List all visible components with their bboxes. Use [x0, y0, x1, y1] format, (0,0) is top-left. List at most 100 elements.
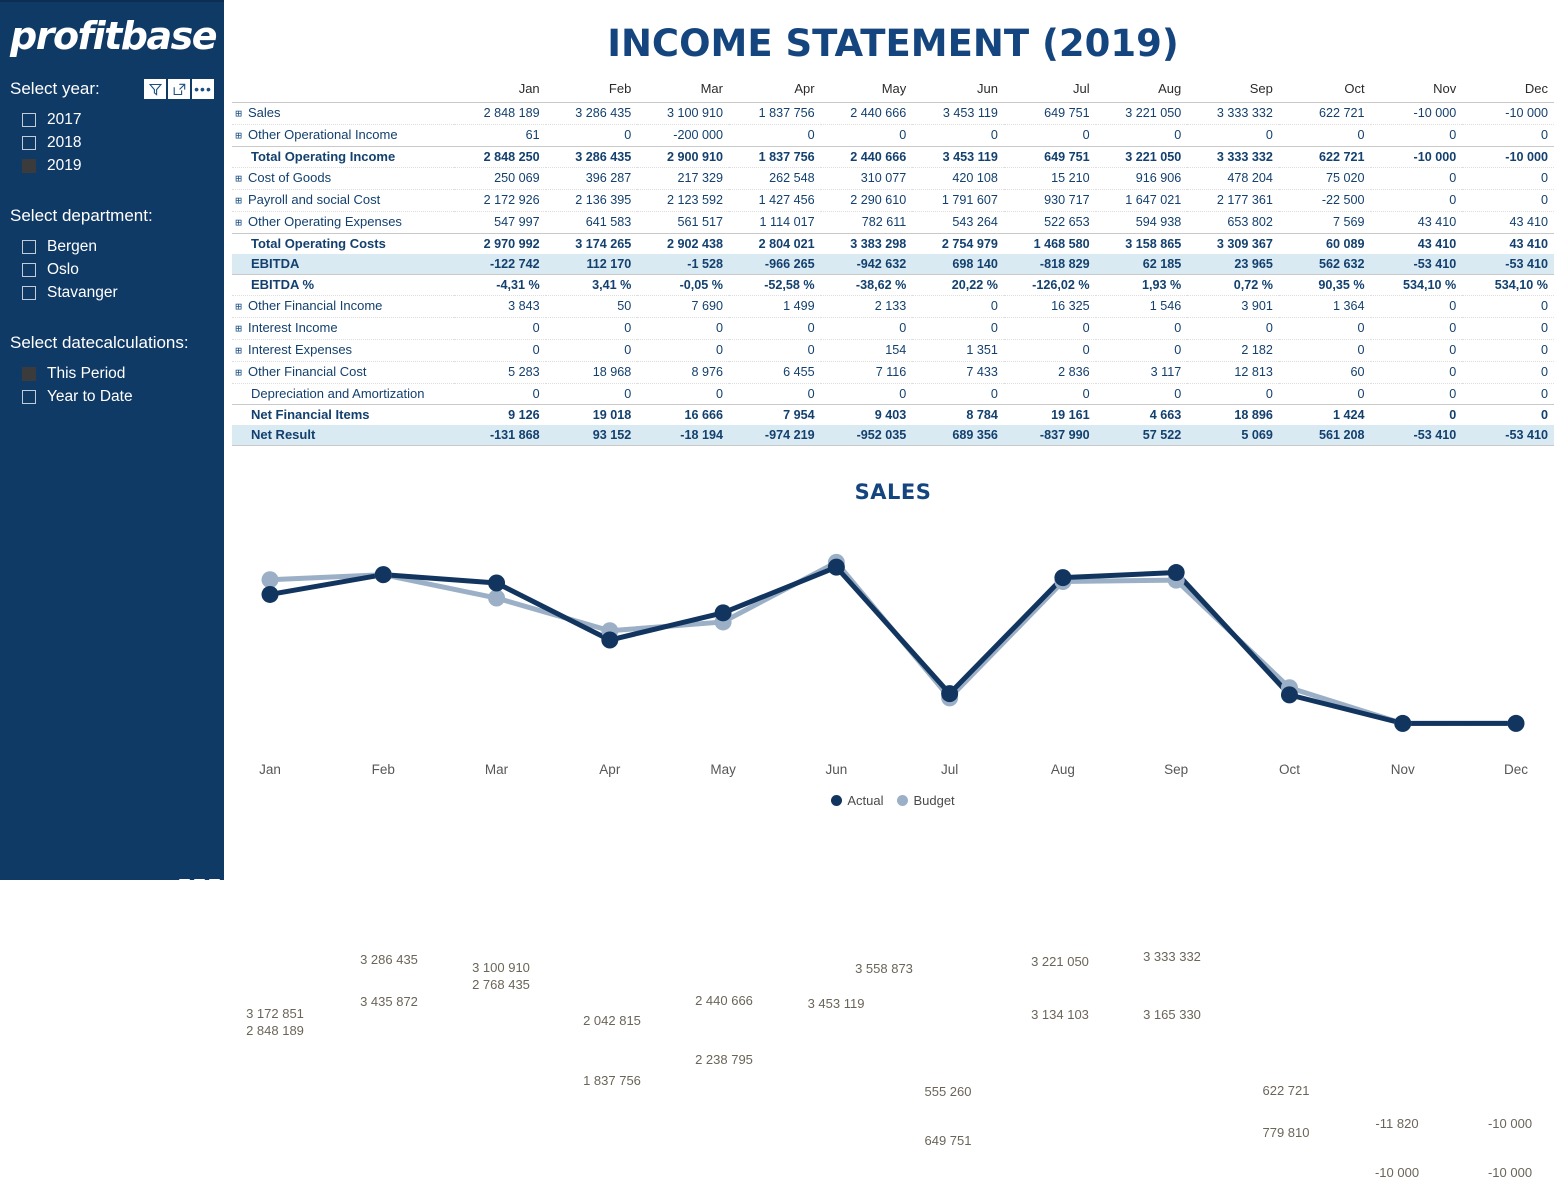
x-axis-tick-label: Aug [1050, 761, 1075, 777]
chart-data-point[interactable] [488, 589, 506, 607]
expand-icon[interactable]: ⊞ [232, 104, 245, 124]
chart-data-point[interactable] [601, 631, 619, 649]
matrix-row-label: Payroll and social Cost [248, 191, 381, 207]
expand-icon[interactable]: ⊞ [232, 169, 245, 189]
matrix-column-header[interactable]: Aug [1095, 76, 1188, 103]
checkbox-checked[interactable] [22, 158, 36, 173]
matrix-cell: 0 [637, 316, 729, 339]
matrix-row-header[interactable]: Net Financial Items [232, 403, 454, 425]
slicer-option-label: Stavanger [47, 283, 118, 301]
slicer-option-oslo[interactable]: Oslo [22, 258, 224, 281]
chart-data-label: 3 134 103 [1031, 1006, 1089, 1022]
matrix-row-header[interactable]: ⊞ Other Operating Expenses [232, 210, 454, 233]
matrix-column-header[interactable]: Oct [1278, 76, 1371, 103]
matrix-row-header[interactable]: ⊞ Other Financial Income [232, 294, 454, 317]
matrix-row-header[interactable]: ⊞ Cost of Goods [232, 166, 454, 189]
matrix-column-header[interactable]: Nov [1370, 76, 1463, 103]
chart-data-point[interactable] [261, 585, 279, 603]
matrix-cell: 93 152 [545, 424, 638, 446]
matrix-cell: 7 116 [820, 360, 913, 383]
matrix-cell: 6 455 [728, 360, 821, 383]
expand-icon[interactable]: ⊞ [232, 297, 245, 317]
checkbox[interactable] [22, 135, 36, 150]
chart-data-point[interactable] [1507, 714, 1525, 732]
slicer-option-this-period[interactable]: This Period [22, 362, 224, 385]
matrix-cell: -974 219 [728, 424, 821, 446]
matrix-cell: 0 [1187, 382, 1279, 404]
legend-item-budget[interactable]: Budget [897, 793, 955, 808]
matrix-column-header[interactable]: Jun [912, 76, 1004, 103]
focus-mode-icon[interactable] [168, 79, 190, 99]
matrix-row-header[interactable]: Depreciation and Amortization [232, 382, 454, 404]
expand-icon[interactable]: ⊞ [232, 341, 245, 361]
matrix-row-header[interactable]: Net Result [232, 424, 454, 446]
slicer-option-2017[interactable]: 2017 [22, 108, 224, 131]
expand-icon[interactable]: ⊞ [232, 213, 245, 233]
matrix-cell: -966 265 [728, 253, 821, 274]
matrix-column-header[interactable]: Dec [1462, 76, 1554, 103]
chart-data-label: 2 238 795 [695, 1051, 753, 1067]
matrix-row-header[interactable]: ⊞ Interest Expenses [232, 338, 454, 361]
slicer-option-year-to-date[interactable]: Year to Date [22, 385, 224, 408]
legend-item-actual[interactable]: Actual [831, 793, 883, 808]
matrix-cell: 3 843 [454, 294, 546, 317]
matrix-row-header[interactable]: ⊞ Sales [232, 101, 454, 124]
matrix-column-header[interactable]: Feb [545, 76, 638, 103]
matrix-row: ⊞ Sales 2 848 189 3 286 435 3 100 910 1 837 7… [232, 101, 1554, 124]
expand-icon[interactable]: ⊞ [232, 191, 245, 211]
slicer-option-bergen[interactable]: Bergen [22, 235, 224, 258]
matrix-row-header[interactable]: ⊞ Other Operational Income [232, 123, 454, 146]
chart-data-label: 2 768 435 [472, 976, 530, 992]
matrix-column-header[interactable]: Sep [1187, 76, 1279, 103]
matrix-cell: 0 [1370, 188, 1463, 211]
slicer-option-stavanger[interactable]: Stavanger [22, 281, 224, 304]
matrix-cell: 75 020 [1278, 166, 1371, 189]
chart-data-point[interactable] [261, 570, 279, 588]
chart-data-point[interactable] [714, 603, 732, 621]
matrix-column-header[interactable]: May [820, 76, 913, 103]
checkbox[interactable] [22, 262, 36, 277]
matrix-cell: 0 [1370, 403, 1463, 425]
matrix-row-header[interactable]: ⊞ Other Financial Cost [232, 360, 454, 383]
expand-icon[interactable]: ⊞ [232, 363, 245, 383]
matrix-cell: 622 721 [1278, 145, 1371, 167]
matrix-column-header[interactable]: Jan [454, 76, 546, 103]
matrix-cell: 1 791 607 [912, 188, 1004, 211]
matrix-cell: 0 [1370, 123, 1463, 146]
checkbox[interactable] [22, 389, 36, 404]
matrix-cell: -53 410 [1462, 424, 1554, 446]
checkbox[interactable] [22, 112, 36, 127]
matrix-row-header[interactable]: ⊞ Payroll and social Cost [232, 188, 454, 211]
matrix-cell: 0 [545, 382, 638, 404]
matrix-cell: 916 906 [1095, 166, 1188, 189]
chart-data-point[interactable] [1280, 685, 1298, 703]
chart-data-point[interactable] [941, 684, 959, 702]
matrix-row-header[interactable]: ⊞ Interest Income [232, 316, 454, 339]
more-options-icon[interactable]: ••• [192, 79, 214, 99]
matrix-column-header[interactable]: Jul [1003, 76, 1096, 103]
matrix-row-header[interactable]: Total Operating Income [232, 145, 454, 167]
chart-data-point[interactable] [1394, 714, 1412, 732]
matrix-row-header[interactable]: Total Operating Costs [232, 232, 454, 254]
expand-icon[interactable]: ⊞ [232, 126, 245, 146]
expand-icon[interactable]: ⊞ [232, 319, 245, 339]
matrix-row-header[interactable]: EBITDA [232, 253, 454, 274]
matrix-column-header[interactable]: Apr [728, 76, 821, 103]
year-slicer-options: 2017 2018 2019 [0, 102, 224, 177]
checkbox-checked[interactable] [22, 366, 36, 381]
slicer-option-2019[interactable]: 2019 [22, 154, 224, 177]
chart-data-point[interactable] [374, 565, 392, 583]
checkbox[interactable] [22, 285, 36, 300]
checkbox[interactable] [22, 239, 36, 254]
filter-icon[interactable] [144, 79, 166, 99]
chart-data-point[interactable] [827, 558, 845, 576]
matrix-row-header[interactable]: EBITDA % [232, 273, 454, 295]
chart-data-point[interactable] [1054, 568, 1072, 586]
matrix-cell: 0 [820, 123, 913, 146]
x-axis-tick-label: Sep [1164, 761, 1189, 777]
chart-data-point[interactable] [1167, 563, 1185, 581]
chart-data-point[interactable] [488, 574, 506, 592]
matrix-column-header[interactable]: Mar [637, 76, 729, 103]
matrix-row: ⊞ Payroll and social Cost 2 172 926 2 136 3… [232, 188, 1554, 211]
slicer-option-2018[interactable]: 2018 [22, 131, 224, 154]
